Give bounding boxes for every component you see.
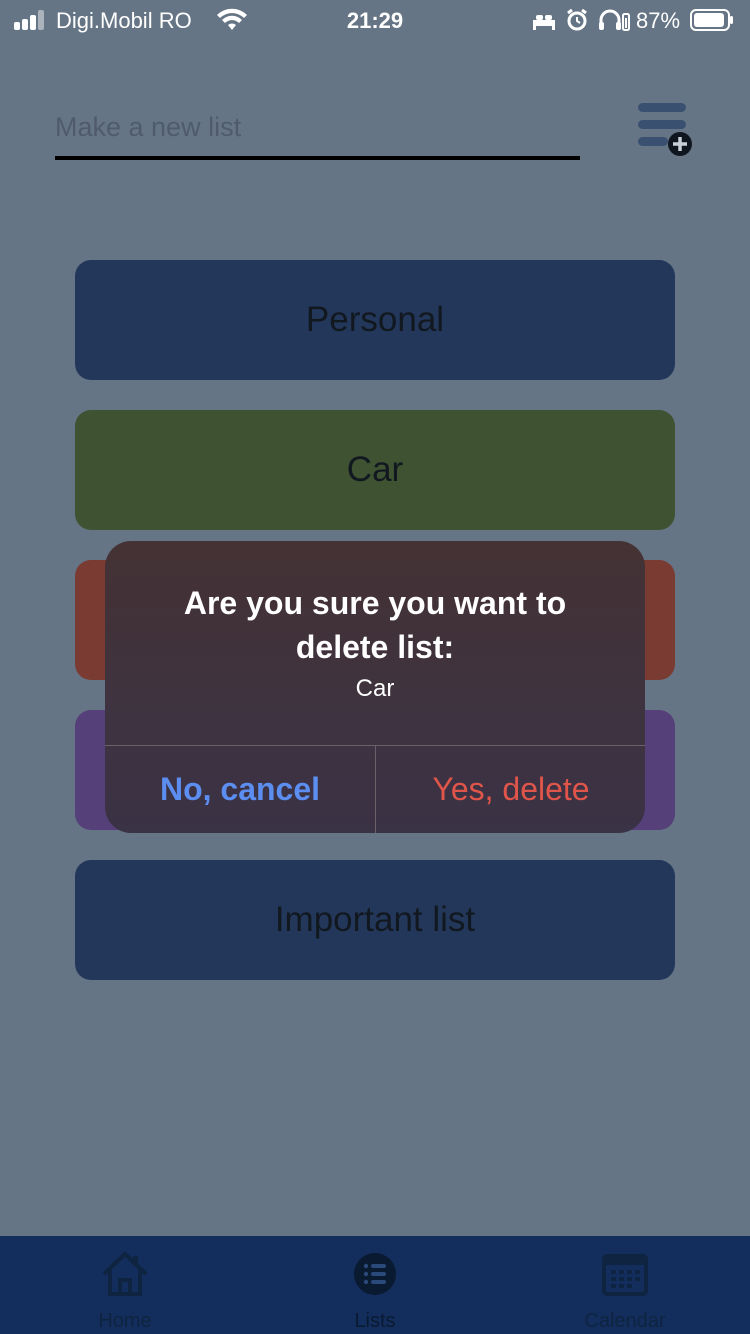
home-icon xyxy=(102,1252,148,1296)
dialog-title: Are you sure you want to delete list: xyxy=(183,585,567,665)
headphones-battery-icon xyxy=(599,9,630,31)
list-card-personal[interactable]: Personal xyxy=(75,260,675,380)
list-card-label: Personal xyxy=(305,300,445,339)
tab-bar: Home Lists Calendar xyxy=(0,1236,750,1334)
sleep-icon xyxy=(533,15,555,30)
list-card-important[interactable]: Important list xyxy=(75,860,675,980)
tab-lists[interactable]: Lists xyxy=(250,1236,500,1334)
list-card-label: Important list xyxy=(274,900,476,939)
add-list-button[interactable] xyxy=(636,100,696,160)
list-card-label: Car xyxy=(346,450,404,489)
list-card-car[interactable]: Car xyxy=(75,410,675,530)
cancel-button[interactable]: No, cancel xyxy=(105,746,375,833)
list-add-icon xyxy=(668,132,692,156)
tab-label-calendar: Calendar xyxy=(584,1310,666,1332)
battery-icon xyxy=(690,9,733,31)
dialog-message: Car xyxy=(355,675,395,702)
list-icon xyxy=(354,1253,396,1295)
calendar-icon xyxy=(602,1254,648,1296)
new-list-input[interactable] xyxy=(55,108,580,160)
confirm-delete-button[interactable]: Yes, delete xyxy=(376,746,645,833)
tab-calendar[interactable]: Calendar xyxy=(500,1236,750,1334)
tab-label-lists: Lists xyxy=(354,1310,396,1332)
tab-label-home: Home xyxy=(98,1310,152,1332)
status-bar: Digi.Mobil RO 21:29 87% xyxy=(0,0,750,40)
battery-percentage: 87% xyxy=(636,8,681,33)
tab-home[interactable]: Home xyxy=(0,1236,250,1334)
delete-confirmation-dialog: Are you sure you want to delete list: Ca… xyxy=(105,541,645,833)
alarm-icon xyxy=(567,8,587,31)
